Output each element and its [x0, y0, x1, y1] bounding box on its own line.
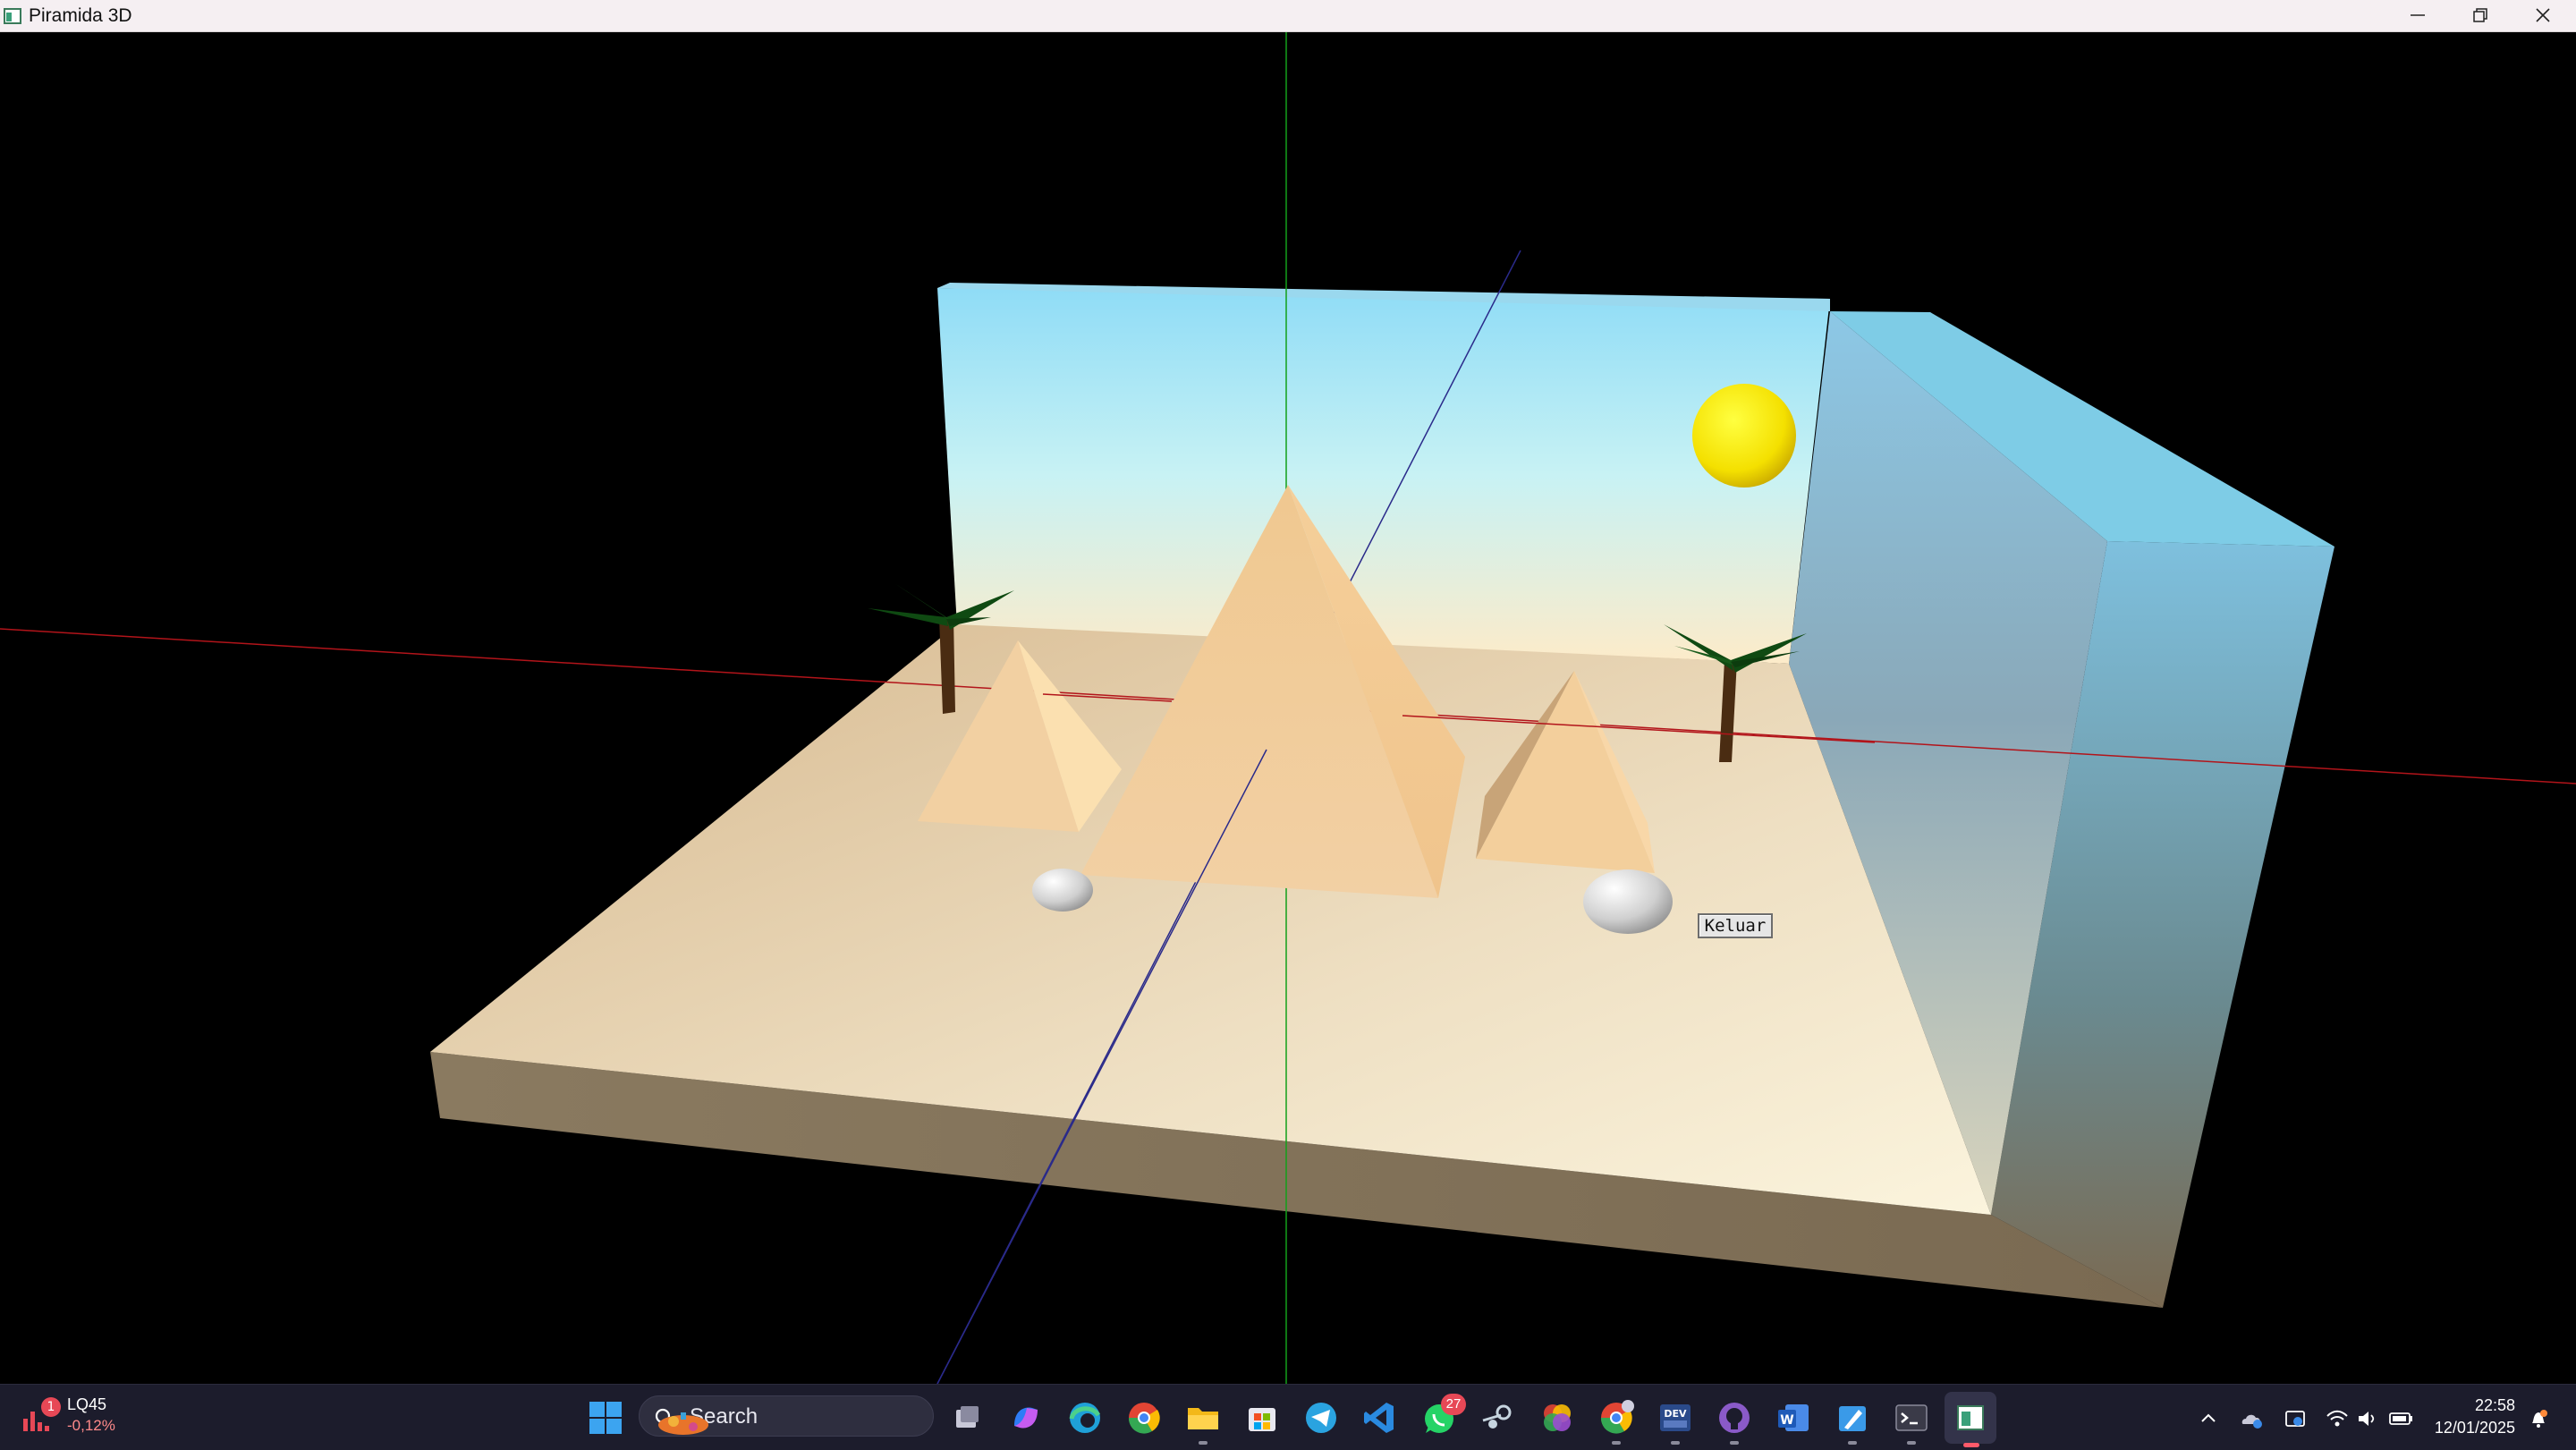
edge-icon	[1069, 1403, 1101, 1433]
battery-icon[interactable]	[2388, 1408, 2415, 1429]
minimize-icon	[2411, 14, 2425, 16]
running-indicator	[1612, 1441, 1621, 1445]
taskbar-paint-app[interactable]	[1832, 1397, 1873, 1445]
color-wheel-icon	[1544, 1404, 1571, 1431]
taskbar-piramida-3d-active[interactable]	[1945, 1392, 1996, 1447]
taskbar-chrome-profile[interactable]	[1596, 1397, 1637, 1445]
whatsapp-unread-badge: 27	[1441, 1394, 1466, 1415]
window-title: Piramida 3D	[29, 5, 132, 26]
taskbar-steam[interactable]	[1478, 1397, 1519, 1438]
running-indicator	[1907, 1441, 1916, 1445]
rock-left	[1032, 869, 1093, 912]
onedrive-icon[interactable]	[2240, 1408, 2263, 1429]
taskbar-github-desktop[interactable]	[1714, 1397, 1755, 1445]
github-icon	[1719, 1403, 1750, 1433]
stock-alert-badge: 1	[41, 1397, 61, 1417]
rock-right	[1583, 869, 1673, 934]
taskbar: 1 LQ45 -0,12% Search 27 DEV W 22:58 12/0…	[0, 1384, 2576, 1450]
svg-text:W: W	[1780, 1413, 1793, 1428]
stock-widget[interactable]: 1 LQ45 -0,12%	[20, 1392, 136, 1442]
app-window-icon	[4, 8, 21, 24]
start-button[interactable]	[585, 1397, 626, 1438]
search-highlight-art-icon	[658, 1412, 708, 1435]
chrome-icon	[1128, 1403, 1160, 1434]
chevron-up-icon[interactable]	[2199, 1408, 2218, 1428]
steam-icon	[1482, 1404, 1512, 1429]
clock-date[interactable]: 12/01/2025	[2429, 1419, 2515, 1437]
copilot-icon	[1014, 1407, 1038, 1429]
running-indicator	[1199, 1441, 1208, 1445]
running-indicator	[1671, 1441, 1680, 1445]
running-indicator	[1730, 1441, 1739, 1445]
sun	[1692, 384, 1796, 488]
opengl-viewport[interactable]: Keluar	[0, 32, 2576, 1385]
paint-brush-icon	[1839, 1406, 1866, 1431]
notification-bell-icon[interactable]	[2528, 1408, 2549, 1429]
minimize-button[interactable]	[2386, 0, 2449, 31]
vscode-icon	[1364, 1403, 1394, 1433]
stock-symbol: LQ45	[67, 1395, 107, 1413]
taskbar-microsoft-store[interactable]	[1241, 1397, 1283, 1438]
taskbar-vscode[interactable]	[1360, 1397, 1401, 1438]
sync-icon[interactable]	[2284, 1408, 2307, 1429]
title-bar[interactable]: Piramida 3D	[0, 0, 2576, 32]
svg-text:DEV: DEV	[1664, 1408, 1687, 1420]
chrome-profile-icon	[1600, 1400, 1634, 1434]
taskbar-task-view[interactable]	[946, 1397, 987, 1438]
piramida-app-icon	[1957, 1405, 1984, 1430]
restore-icon	[2473, 8, 2487, 22]
folder-icon	[1188, 1408, 1218, 1429]
dev-icon: DEV	[1660, 1404, 1690, 1431]
running-indicator	[1848, 1441, 1857, 1445]
telegram-icon	[1306, 1403, 1336, 1433]
windows-logo-icon	[589, 1402, 622, 1434]
taskbar-file-explorer[interactable]	[1182, 1397, 1224, 1445]
taskbar-edge[interactable]	[1064, 1397, 1106, 1438]
close-button[interactable]	[2512, 0, 2574, 31]
taskbar-telegram[interactable]	[1301, 1397, 1342, 1438]
taskbar-terminal[interactable]	[1891, 1397, 1932, 1445]
word-icon: W	[1778, 1404, 1809, 1431]
stock-change: -0,12%	[67, 1417, 115, 1434]
terminal-icon	[1895, 1404, 1928, 1431]
clock-time[interactable]: 22:58	[2433, 1396, 2515, 1415]
wifi-icon[interactable]	[2326, 1408, 2349, 1429]
taskbar-search-box[interactable]: Search	[639, 1395, 934, 1437]
exit-button[interactable]: Keluar	[1698, 913, 1773, 938]
active-indicator	[1963, 1443, 1979, 1447]
taskbar-chrome[interactable]	[1123, 1397, 1165, 1438]
taskbar-color-app[interactable]	[1537, 1397, 1578, 1438]
taskbar-whatsapp[interactable]: 27	[1419, 1394, 1466, 1438]
sky-back-wall	[937, 288, 1830, 664]
task-view-icon	[956, 1406, 979, 1428]
store-icon	[1249, 1408, 1275, 1431]
close-icon	[2536, 8, 2550, 22]
taskbar-copilot[interactable]	[1005, 1397, 1046, 1438]
taskbar-dev-app[interactable]: DEV	[1655, 1397, 1696, 1445]
restore-button[interactable]	[2449, 0, 2512, 31]
volume-icon[interactable]	[2356, 1408, 2379, 1429]
taskbar-word[interactable]: W	[1773, 1397, 1814, 1438]
scene-canvas	[0, 32, 2576, 1385]
